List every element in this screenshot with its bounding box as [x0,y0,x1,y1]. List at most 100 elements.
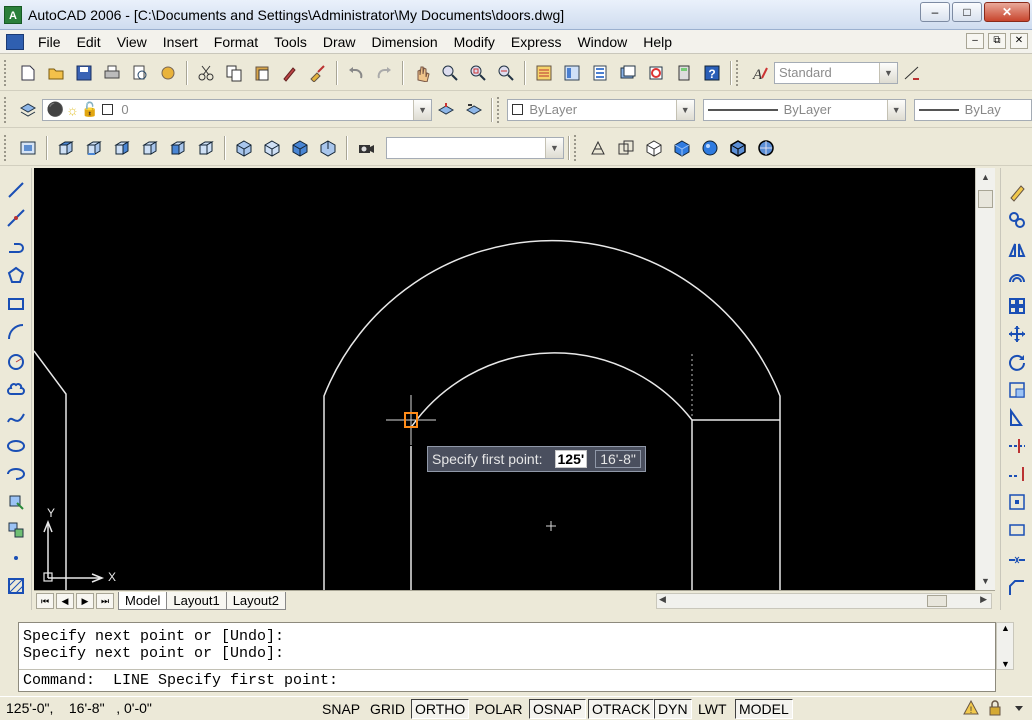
gouraud-shaded-icon[interactable] [698,136,722,160]
quickcalc-icon[interactable] [672,61,696,85]
scroll-left-icon[interactable]: ◀ [659,594,666,605]
scroll-thumb[interactable] [978,190,993,208]
menu-view[interactable]: View [109,30,155,54]
command-prompt[interactable]: Command: LINE Specify first point: [23,672,338,689]
tab-layout2[interactable]: Layout2 [225,591,286,610]
print-icon[interactable] [100,61,124,85]
chevron-down-icon[interactable]: ▼ [675,99,694,120]
camera-icon[interactable] [354,136,378,160]
block-editor-icon[interactable] [306,61,330,85]
2d-wireframe-icon[interactable] [586,136,610,160]
zoom-previous-icon[interactable] [494,61,518,85]
drawing-canvas[interactable]: Y X Specify first point: 125' 16'-8" [34,168,975,590]
chevron-down-icon[interactable]: ▼ [545,137,563,158]
communication-center-icon[interactable]: ! [962,699,980,717]
tab-layout1[interactable]: Layout1 [166,591,227,610]
color-control-dropdown[interactable]: ByLayer ▼ [507,98,695,121]
text-style-icon[interactable]: A [748,61,772,85]
copy-icon[interactable] [222,61,246,85]
ortho-toggle[interactable]: ORTHO [411,699,470,719]
chevron-down-icon[interactable]: ▼ [886,99,905,120]
autocad-logo-icon[interactable]: A [4,5,22,24]
design-center-icon[interactable] [560,61,584,85]
status-menu-icon[interactable] [1010,699,1028,717]
construction-line-icon[interactable] [4,206,28,230]
zoom-window-icon[interactable] [466,61,490,85]
undo-icon[interactable] [344,61,368,85]
hatch-icon[interactable] [4,574,28,598]
maximize-button[interactable]: □ [952,2,982,22]
menu-format[interactable]: Format [206,30,266,54]
plot-preview-icon[interactable] [128,61,152,85]
rotate-icon[interactable] [1005,350,1029,374]
new-file-icon[interactable] [16,61,40,85]
join-icon[interactable] [1005,548,1029,572]
markup-set-manager-icon[interactable] [644,61,668,85]
break-at-point-icon[interactable] [1005,490,1029,514]
sheet-set-manager-icon[interactable] [616,61,640,85]
toolbar-grip[interactable] [497,96,501,123]
ellipse-arc-icon[interactable] [4,462,28,486]
coordinate-display[interactable]: 125'-0", 16'-8" , 0'-0" [6,700,152,716]
first-tab-icon[interactable]: ⏮ [36,592,54,609]
linetype-control-dropdown[interactable]: ByLayer ▼ [702,98,906,121]
revision-cloud-icon[interactable] [4,378,28,402]
menu-insert[interactable]: Insert [155,30,206,54]
layer-manager-icon[interactable] [16,98,40,122]
model-toggle[interactable]: MODEL [735,699,793,719]
doc-close-button[interactable]: ✕ [1010,33,1028,49]
point-icon[interactable] [4,546,28,570]
chevron-down-icon[interactable]: ▼ [879,62,897,83]
menu-help[interactable]: Help [635,30,680,54]
top-view-icon[interactable] [54,136,78,160]
line-tool-icon[interactable] [4,178,28,202]
tool-palettes-icon[interactable] [588,61,612,85]
grid-toggle[interactable]: GRID [366,699,409,719]
insert-block-icon[interactable] [4,490,28,514]
minimize-button[interactable]: – [920,2,950,22]
menu-express[interactable]: Express [503,30,570,54]
menu-edit[interactable]: Edit [69,30,109,54]
close-button[interactable]: ✕ [984,2,1030,22]
horizontal-scrollbar[interactable]: ◀ ▶ [656,593,992,609]
lineweight-control-dropdown[interactable]: ByLay [913,98,1032,121]
menu-tools[interactable]: Tools [266,30,315,54]
arc-icon[interactable] [4,320,28,344]
offset-icon[interactable] [1005,266,1029,290]
chevron-down-icon[interactable]: ▼ [413,99,432,120]
command-window[interactable]: Specify next point or [Undo]: Specify ne… [18,622,996,692]
polyline-icon[interactable] [4,234,28,258]
menu-draw[interactable]: Draw [315,30,364,54]
pan-realtime-icon[interactable] [410,61,434,85]
3d-wireframe-icon[interactable] [614,136,638,160]
text-style-dropdown[interactable]: Standard ▼ [774,61,898,84]
toolbar-grip[interactable] [4,96,8,123]
properties-icon[interactable] [532,61,556,85]
array-icon[interactable] [1005,294,1029,318]
front-view-icon[interactable] [166,136,190,160]
layer-on-icon[interactable]: ⚫ [47,101,64,118]
cut-icon[interactable] [194,61,218,85]
previous-tab-icon[interactable]: ◀ [56,592,74,609]
scroll-down-icon[interactable]: ▼ [976,572,995,590]
help-icon[interactable]: ? [700,61,724,85]
back-view-icon[interactable] [194,136,218,160]
scroll-right-icon[interactable]: ▶ [980,594,987,605]
named-view-dropdown[interactable]: ▼ [386,136,564,159]
scroll-up-icon[interactable]: ▲ [976,168,995,186]
nw-iso-view-icon[interactable] [316,136,340,160]
extend-icon[interactable] [1005,462,1029,486]
hidden-shade-icon[interactable] [642,136,666,160]
spline-icon[interactable] [4,406,28,430]
dimension-style-icon[interactable] [900,61,924,85]
redo-icon[interactable] [372,61,396,85]
right-view-icon[interactable] [138,136,162,160]
zoom-realtime-icon[interactable] [438,61,462,85]
dyn-toggle[interactable]: DYN [654,699,692,719]
stretch-icon[interactable] [1005,406,1029,430]
gouraud-shaded-edges-icon[interactable] [754,136,778,160]
tab-model[interactable]: Model [118,591,168,610]
toolbar-grip[interactable] [4,59,8,86]
scale-icon[interactable] [1005,378,1029,402]
layer-dropdown[interactable]: ⚫ ☼ 🔓 0 ▼ [41,98,433,121]
